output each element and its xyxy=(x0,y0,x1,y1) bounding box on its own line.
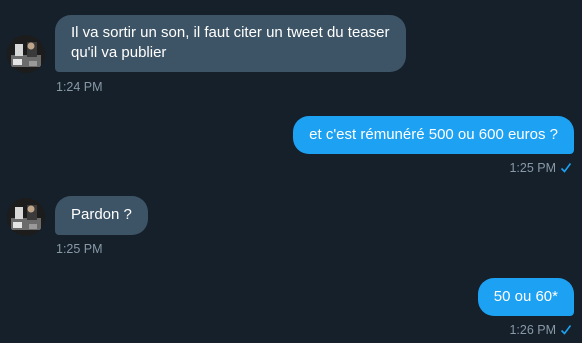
message-timestamp: 1:25 PM xyxy=(56,242,103,256)
message-text: et c'est rémunéré 500 ou 600 euros ? xyxy=(309,126,558,143)
conversation-view: Il va sortir un son, il faut citer un tw… xyxy=(0,0,582,343)
message-bubble-outgoing[interactable]: et c'est rémunéré 500 ou 600 euros ? xyxy=(293,116,574,154)
sender-avatar[interactable] xyxy=(7,198,45,236)
message-text-line: Il va sortir un son, il faut citer un tw… xyxy=(71,24,390,41)
message-meta: 1:26 PM xyxy=(509,322,572,338)
checkmark-icon xyxy=(560,324,572,336)
message-text-line: qu'il va publier xyxy=(71,44,167,61)
message-text: Pardon ? xyxy=(71,206,132,223)
message-bubble-outgoing[interactable]: 50 ou 60* xyxy=(477,278,574,316)
message-timestamp: 1:25 PM xyxy=(509,161,556,175)
sender-avatar[interactable] xyxy=(7,35,45,73)
message-timestamp: 1:26 PM xyxy=(509,323,556,337)
checkmark-icon xyxy=(560,162,572,174)
message-bubble-incoming[interactable]: Pardon ? xyxy=(55,196,148,235)
message-text: 50 ou 60* xyxy=(493,288,558,305)
message-timestamp: 1:24 PM xyxy=(56,80,103,94)
message-bubble-incoming[interactable]: Il va sortir un son, il faut citer un tw… xyxy=(55,15,406,72)
avatar-photo-icon xyxy=(7,198,45,236)
message-meta: 1:25 PM xyxy=(509,160,572,176)
avatar-photo-icon xyxy=(7,35,45,73)
